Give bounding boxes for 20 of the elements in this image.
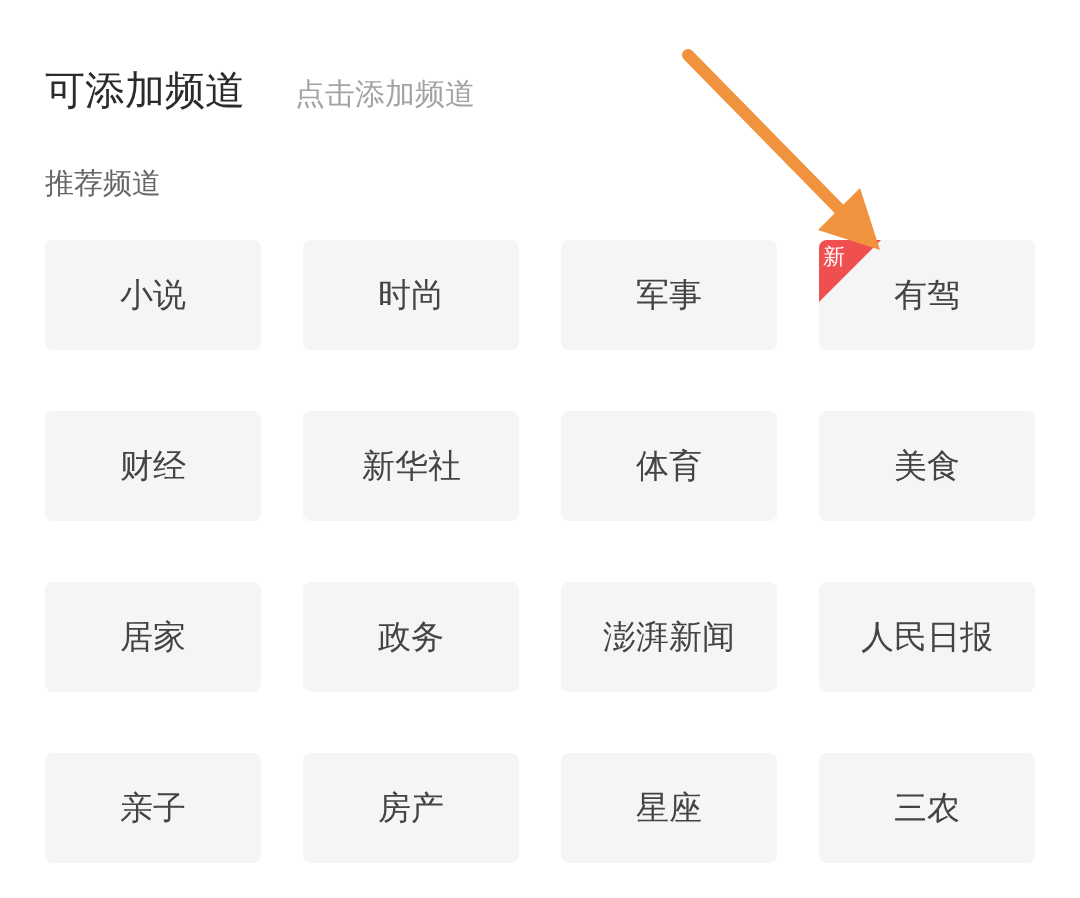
channel-tile[interactable]: 小说 <box>45 240 261 350</box>
new-badge: 新 <box>819 240 881 302</box>
channel-tile[interactable]: 体育 <box>561 411 777 521</box>
add-hint: 点击添加频道 <box>295 75 475 113</box>
channel-tile[interactable]: 财经 <box>45 411 261 521</box>
channel-tile[interactable]: 三农 <box>819 753 1035 863</box>
channel-tile[interactable]: 军事 <box>561 240 777 350</box>
channel-tile[interactable]: 人民日报 <box>819 582 1035 692</box>
section-heading: 可添加频道 <box>45 66 245 115</box>
channel-tile[interactable]: 时尚 <box>303 240 519 350</box>
channel-tile[interactable]: 澎湃新闻 <box>561 582 777 692</box>
channel-tile[interactable]: 美食 <box>819 411 1035 521</box>
channel-tile[interactable]: 新华社 <box>303 411 519 521</box>
channel-tile[interactable]: 新 有驾 <box>819 240 1035 350</box>
channel-tile[interactable]: 居家 <box>45 582 261 692</box>
channel-tile[interactable]: 亲子 <box>45 753 261 863</box>
channel-tile[interactable]: 政务 <box>303 582 519 692</box>
recommended-heading: 推荐频道 <box>45 165 162 202</box>
channel-tile[interactable]: 房产 <box>303 753 519 863</box>
channel-tile[interactable]: 星座 <box>561 753 777 863</box>
